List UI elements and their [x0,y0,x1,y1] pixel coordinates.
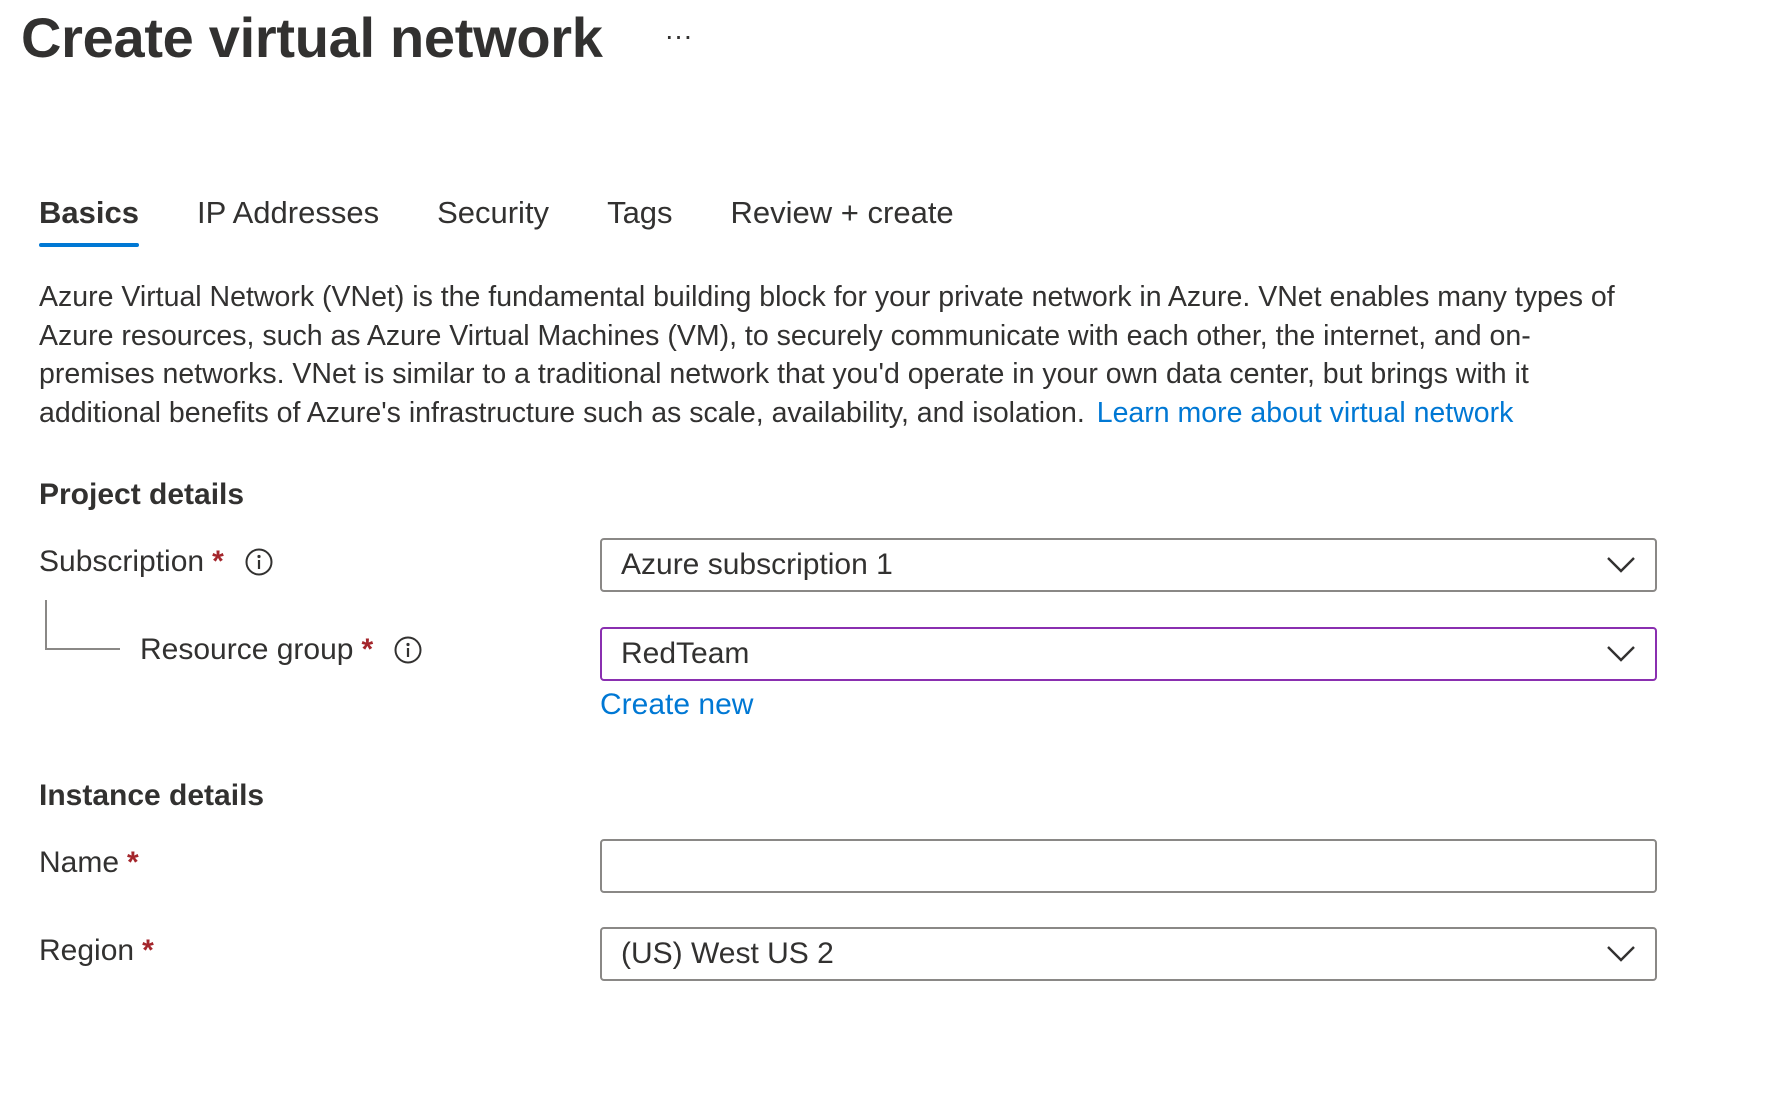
tab-basics[interactable]: Basics [39,192,139,252]
resource-group-label-row: Resource group * [140,633,423,667]
subscription-dropdown[interactable]: Azure subscription 1 [600,538,1657,592]
required-mark: * [361,633,374,666]
name-label: Name [39,846,120,879]
subscription-value: Azure subscription 1 [621,548,893,581]
subscription-label: Subscription [39,545,205,578]
region-label: Region [39,934,135,967]
subscription-label-row: Subscription * [39,545,274,579]
tab-review-create[interactable]: Review + create [731,192,954,252]
hierarchy-connector [45,600,120,650]
tab-tags[interactable]: Tags [607,192,672,252]
chevron-down-icon [1605,549,1637,581]
page-header: Create virtual network ··· [21,4,701,71]
resource-group-dropdown[interactable]: RedTeam [600,627,1657,681]
tab-security[interactable]: Security [437,192,549,252]
chevron-down-icon [1605,938,1637,970]
required-mark: * [212,545,224,578]
name-input[interactable] [621,841,1637,891]
required-mark: * [142,934,154,967]
region-label-row: Region * [39,934,154,968]
description-paragraph: Azure Virtual Network (VNet) is the fund… [39,278,1639,432]
chevron-down-icon [1605,638,1637,670]
project-details-heading: Project details [39,478,245,511]
region-dropdown[interactable]: (US) West US 2 [600,927,1657,981]
create-new-link[interactable]: Create new [600,688,753,722]
learn-more-link[interactable]: Learn more about virtual network [1097,397,1514,429]
more-options-icon[interactable]: ··· [657,16,701,56]
tab-bar: Basics IP Addresses Security Tags Review… [39,192,1012,252]
page-title: Create virtual network [21,6,603,69]
resource-group-value: RedTeam [621,637,750,670]
resource-group-label: Resource group [140,633,354,666]
tab-ip-addresses[interactable]: IP Addresses [197,192,379,252]
info-icon[interactable] [244,547,274,577]
region-value: (US) West US 2 [621,937,834,970]
name-label-row: Name * [39,846,139,880]
required-mark: * [127,846,139,879]
info-icon[interactable] [393,635,423,665]
create-vnet-page: Create virtual network ··· Basics IP Add… [0,0,1788,1113]
name-input-box[interactable] [600,839,1657,893]
instance-details-heading: Instance details [39,779,265,812]
